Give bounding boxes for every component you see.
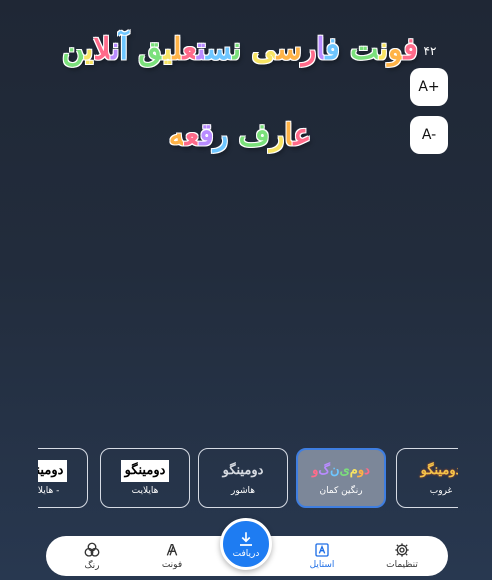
nav-settings[interactable]: تنظیمات [372,538,432,574]
download-label: دریافت [232,548,260,559]
style-card-sunset[interactable]: دومینگو غروب [396,448,458,508]
style-card-rainbow[interactable]: دومینگو رنگین کمان [296,448,386,508]
font-a-icon [166,544,178,556]
style-card-highlight-partial[interactable]: دومینگو هایلایت - [38,448,88,508]
decrease-font-size-button[interactable]: A- [410,116,448,154]
nav-color-label: رنگ [84,561,100,571]
nav-style-label: استایل [309,560,335,570]
gear-icon [395,543,409,557]
nav-settings-label: تنظیمات [386,560,418,570]
style-sample: دومینگو [38,460,68,482]
editor-canvas: فونت فارسی نستعلیق آنلاین عارف رقعه ۴۲ A… [0,0,492,580]
preview-line-1-text: فونت فارسی نستعلیق آنلاین [62,32,418,67]
font-size-value: ۴۲ [423,44,437,58]
nav-color[interactable]: رنگ [62,538,122,574]
preview-line-1[interactable]: فونت فارسی نستعلیق آنلاین [40,32,440,67]
style-name: رنگین کمان [319,486,363,496]
preview-line-2-text: عارف رقعه [168,118,312,153]
style-sample: دومینگو [420,463,458,478]
nav-style[interactable]: استایل [292,538,352,574]
style-carousel[interactable]: دومینگو هایلایت - دومینگو هایلایت دومینگ… [38,448,458,510]
style-name: غروب [429,486,453,496]
increase-font-size-button[interactable]: A+ [410,68,448,106]
download-button[interactable]: دریافت [220,518,272,570]
nav-font[interactable]: فونت [142,538,202,574]
download-icon [240,531,252,546]
style-sample: دومینگو [222,463,264,478]
style-frame-icon [315,543,329,557]
style-card-hatch[interactable]: دومینگو هاشور [198,448,288,508]
style-name: هاشور [230,486,256,496]
preview-line-2[interactable]: عارف رقعه [40,118,440,153]
style-sample: دومینگو [312,463,370,478]
nav-font-label: فونت [161,560,183,570]
style-name: هایلایت - [38,486,60,496]
style-card-highlight[interactable]: دومینگو هایلایت [100,448,190,508]
style-name: هایلایت [131,486,159,496]
color-circles-icon [84,542,100,557]
style-sample: دومینگو [120,460,170,482]
